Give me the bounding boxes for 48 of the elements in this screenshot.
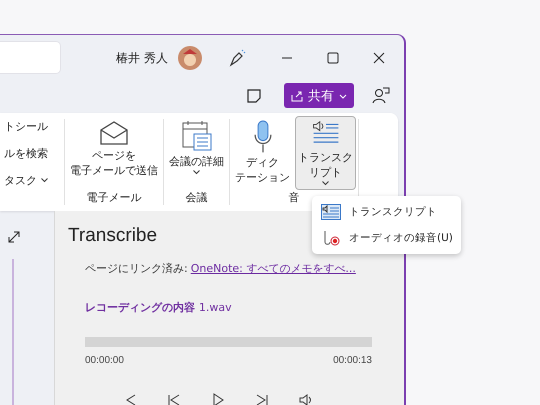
caret-icon[interactable] xyxy=(41,178,48,183)
caret-icon xyxy=(322,181,329,186)
linked-label: ページにリンク済み: xyxy=(85,261,188,276)
envelope-icon xyxy=(99,120,129,146)
share-button[interactable]: 共有 xyxy=(284,83,354,108)
pen-icon[interactable] xyxy=(228,49,246,68)
button-label: ディク xyxy=(246,156,279,172)
menu-item[interactable]: トランスクリプト xyxy=(312,199,453,225)
transcript-button[interactable]: トランスク リプト xyxy=(295,116,356,190)
play-icon[interactable] xyxy=(211,393,225,405)
button-label: トランスク xyxy=(298,151,353,166)
close-icon[interactable] xyxy=(372,52,385,64)
ribbon-item[interactable]: タスク xyxy=(4,173,37,188)
ribbon-item[interactable]: ルを検索 xyxy=(4,146,48,161)
page-link[interactable]: OneNote: すべてのメモをすべ... xyxy=(190,261,356,276)
share-icon xyxy=(291,90,303,102)
expand-icon[interactable] xyxy=(8,231,20,243)
button-label: 電子メールで送信 xyxy=(70,164,158,179)
envelope-button[interactable]: ページを 電子メールで送信 xyxy=(67,116,161,190)
total-time: 00:00:13 xyxy=(333,355,372,366)
sticky-note-icon[interactable] xyxy=(246,88,262,104)
button-label: テーション xyxy=(235,171,290,186)
ribbon-item[interactable]: トシール xyxy=(4,119,48,134)
microphone-icon xyxy=(252,120,272,154)
current-time: 00:00:00 xyxy=(85,355,124,366)
calendar-icon xyxy=(182,120,212,152)
group-label: 音 xyxy=(288,190,300,206)
button-label: リプト xyxy=(309,166,342,181)
maximize-icon[interactable] xyxy=(326,52,339,64)
person-icon[interactable] xyxy=(372,86,390,105)
next-icon[interactable] xyxy=(255,393,269,405)
caret-icon xyxy=(339,92,347,100)
recording-title[interactable]: レコーディングの内容 1.wav xyxy=(85,300,392,315)
volume-icon[interactable] xyxy=(299,393,313,405)
avatar-icon[interactable] xyxy=(178,46,202,70)
transcript-icon xyxy=(321,204,341,220)
pane-title: Transcribe xyxy=(68,225,158,247)
group-label: 電子メール xyxy=(86,190,142,206)
button-label: ページを xyxy=(92,149,136,164)
search-field[interactable] xyxy=(0,40,61,74)
mic-button[interactable]: ディク テーション xyxy=(232,116,293,190)
group-label: 会議 xyxy=(186,190,208,206)
user-name: 椿井 秀人 xyxy=(116,50,168,67)
previous-icon[interactable] xyxy=(167,393,181,405)
button-label: 会議の詳細 xyxy=(169,155,224,170)
calendar-button[interactable]: 会議の詳細 xyxy=(166,116,227,190)
menu-item[interactable]: オーディオの録音(U) xyxy=(312,225,453,251)
caret-icon xyxy=(193,170,200,175)
